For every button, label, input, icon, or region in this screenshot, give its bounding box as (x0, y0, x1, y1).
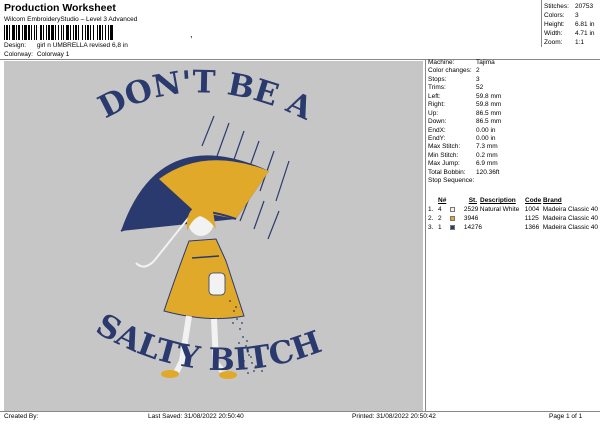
panel-divider (425, 59, 426, 411)
footer-created-by: Created By: (4, 413, 39, 420)
machine-row-min-stitch: Min Stitch: 0.2 mm (428, 151, 498, 159)
footer-printed: Printed: 31/08/2022 20:50:42 (352, 413, 436, 420)
col-header-st: St. (468, 197, 477, 204)
stats-row-colors: Colors: 3 (544, 12, 579, 19)
footer-last-saved: Last Saved: 31/08/2022 20:50:40 (148, 413, 244, 420)
stats-box: Stitches: 20753 Colors: 3 Height: 6.81 in W… (544, 2, 600, 47)
stats-row-width: Width: 4.71 in (544, 30, 595, 37)
table-header: N# St. Description Code Brand (428, 196, 598, 205)
machine-row-trims: Trims: 52 (428, 84, 484, 92)
colorway-label: Colorway: (4, 51, 33, 58)
machine-row-machine: Machine: Tajima (428, 59, 495, 66)
machine-row-up: Up: 86.5 mm (428, 109, 502, 117)
table-row: 2. 2 3946 1125 Madeira Classic 40 (428, 215, 598, 222)
col-header-brand: Brand (543, 197, 562, 204)
design-top-text: DON'T BE A (93, 64, 319, 128)
design-row: Design: girl n UMBRELLA revised 6,8 in (4, 42, 128, 49)
color-swatch (449, 216, 455, 221)
col-header-n: N# (438, 197, 447, 204)
stats-row-stitches: Stitches: 20753 (544, 3, 594, 10)
col-header-code: Code (525, 197, 542, 204)
embroidery-design: DON'T BE A SALTY BITCH (90, 64, 326, 379)
machine-row-left: Left: 59.8 mm (428, 92, 502, 100)
barcode (4, 25, 190, 40)
machine-row-right: Right: 59.8 mm (428, 101, 502, 109)
color-swatch (449, 225, 455, 230)
design-name: girl n UMBRELLA revised 6,8 in (36, 42, 128, 49)
barcode-trailer: , (190, 29, 193, 39)
colorway-row: Colorway: Colorway 1 (4, 51, 69, 58)
machine-row-color-changes: Color changes: 2 (428, 67, 480, 75)
stats-divider (541, 0, 542, 47)
machine-row-down: Down: 86.5 mm (428, 118, 502, 126)
footer-divider (0, 411, 600, 412)
machine-info: Machine: Tajima Color changes: 2 Stops: 3 T… (428, 59, 598, 186)
table-row: 1. 4 2529 Natural White 1004 Madeira Cla… (428, 206, 598, 213)
stats-row-height: Height: 6.81 in (544, 21, 595, 28)
col-header-description: Description (480, 197, 516, 204)
machine-row-stop-sequence: Stop Sequence: (428, 177, 475, 185)
software-subtitle: Wilcom EmbroideryStudio – Level 3 Advanc… (4, 16, 138, 23)
footer-page: Page 1 of 1 (549, 413, 583, 420)
stop-sequence-table: N# St. Description Code Brand 1. 4 2529 … (428, 196, 598, 232)
machine-row-max-stitch: Max Stitch: 7.3 mm (428, 143, 498, 151)
color-swatch (449, 207, 455, 212)
machine-row-max-jump: Max Jump: 6.9 mm (428, 160, 498, 168)
machine-row-endy: EndY: 0.00 in (428, 134, 496, 142)
design-preview: DON'T BE A SALTY BITCH (4, 61, 423, 411)
table-row: 3. 1 14276 1366 Madeira Classic 40 (428, 224, 598, 231)
machine-row-total-bobbin: Total Bobbin: 120.36ft (428, 168, 500, 176)
design-label: Design: (4, 42, 27, 49)
machine-row-endx: EndX: 0.00 in (428, 126, 496, 134)
worksheet-title: Production Worksheet (4, 2, 116, 14)
colorway-value: Colorway 1 (36, 51, 70, 58)
machine-row-stops: Stops: 3 (428, 75, 480, 83)
stats-row-zoom: Zoom: 1:1 (544, 39, 585, 46)
